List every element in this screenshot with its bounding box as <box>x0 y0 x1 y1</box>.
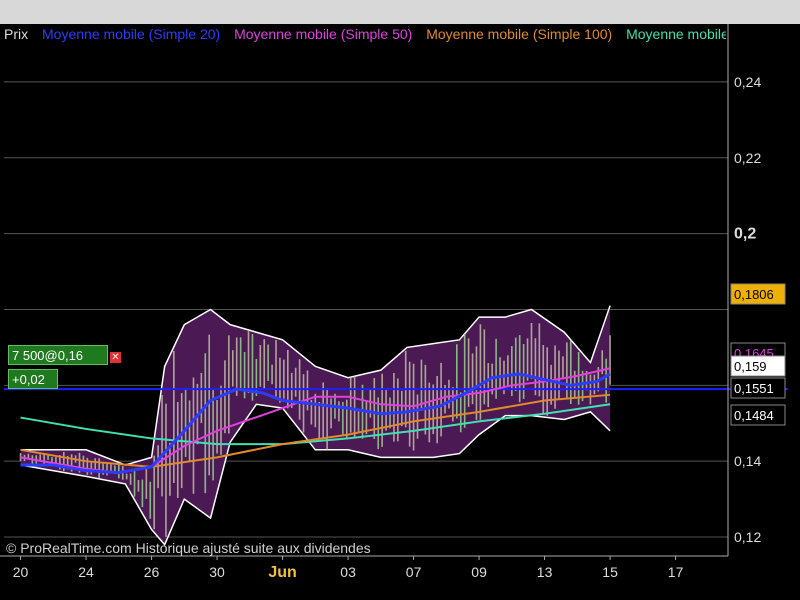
y-tick-label-5: 0,14 <box>734 453 761 469</box>
x-tick-label-0: 20 <box>13 564 29 580</box>
price-chart[interactable]: 0,24 0,22 0,2 0,14 0,12 20 24 26 30 Jun 03 07 09 13 1… <box>0 0 800 600</box>
price-label-2: 0,159 <box>734 359 767 374</box>
x-tick-label-9: 15 <box>602 564 618 580</box>
x-tick-label-8: 13 <box>537 564 553 580</box>
y-tick-label-2: 0,2 <box>734 226 756 243</box>
x-tick-label-6: 07 <box>406 564 422 580</box>
x-tick-label-5: 03 <box>340 564 356 580</box>
y-axis-labels: 0,24 0,22 0,2 0,14 0,12 <box>734 74 761 545</box>
close-icon[interactable]: ✕ <box>110 352 121 363</box>
price-labels: 0,18060,16450,1590,15510,1484 <box>730 283 786 426</box>
order-tag[interactable]: 7 500@0,16 <box>8 345 108 365</box>
price-label-3: 0,1551 <box>734 381 774 396</box>
x-tick-label-10: 17 <box>668 564 684 580</box>
price-label-0: 0,1806 <box>734 287 774 302</box>
y-tick-label-6: 0,12 <box>734 529 761 545</box>
y-tick-label-1: 0,22 <box>734 150 761 166</box>
copyright-note: © ProRealTime.com Historique ajusté suit… <box>6 540 371 556</box>
x-tick-label-7: 09 <box>471 564 487 580</box>
y-tick-label-0: 0,24 <box>734 74 761 90</box>
x-axis-labels: 20 24 26 30 Jun 03 07 09 13 15 17 <box>13 556 684 581</box>
x-tick-label-3: 30 <box>209 564 225 580</box>
x-tick-label-2: 26 <box>144 564 160 580</box>
x-tick-label-4: Jun <box>268 564 296 581</box>
x-tick-label-1: 24 <box>78 564 94 580</box>
gain-tag: +0,02 <box>8 369 58 389</box>
price-label-4: 0,1484 <box>734 408 774 423</box>
